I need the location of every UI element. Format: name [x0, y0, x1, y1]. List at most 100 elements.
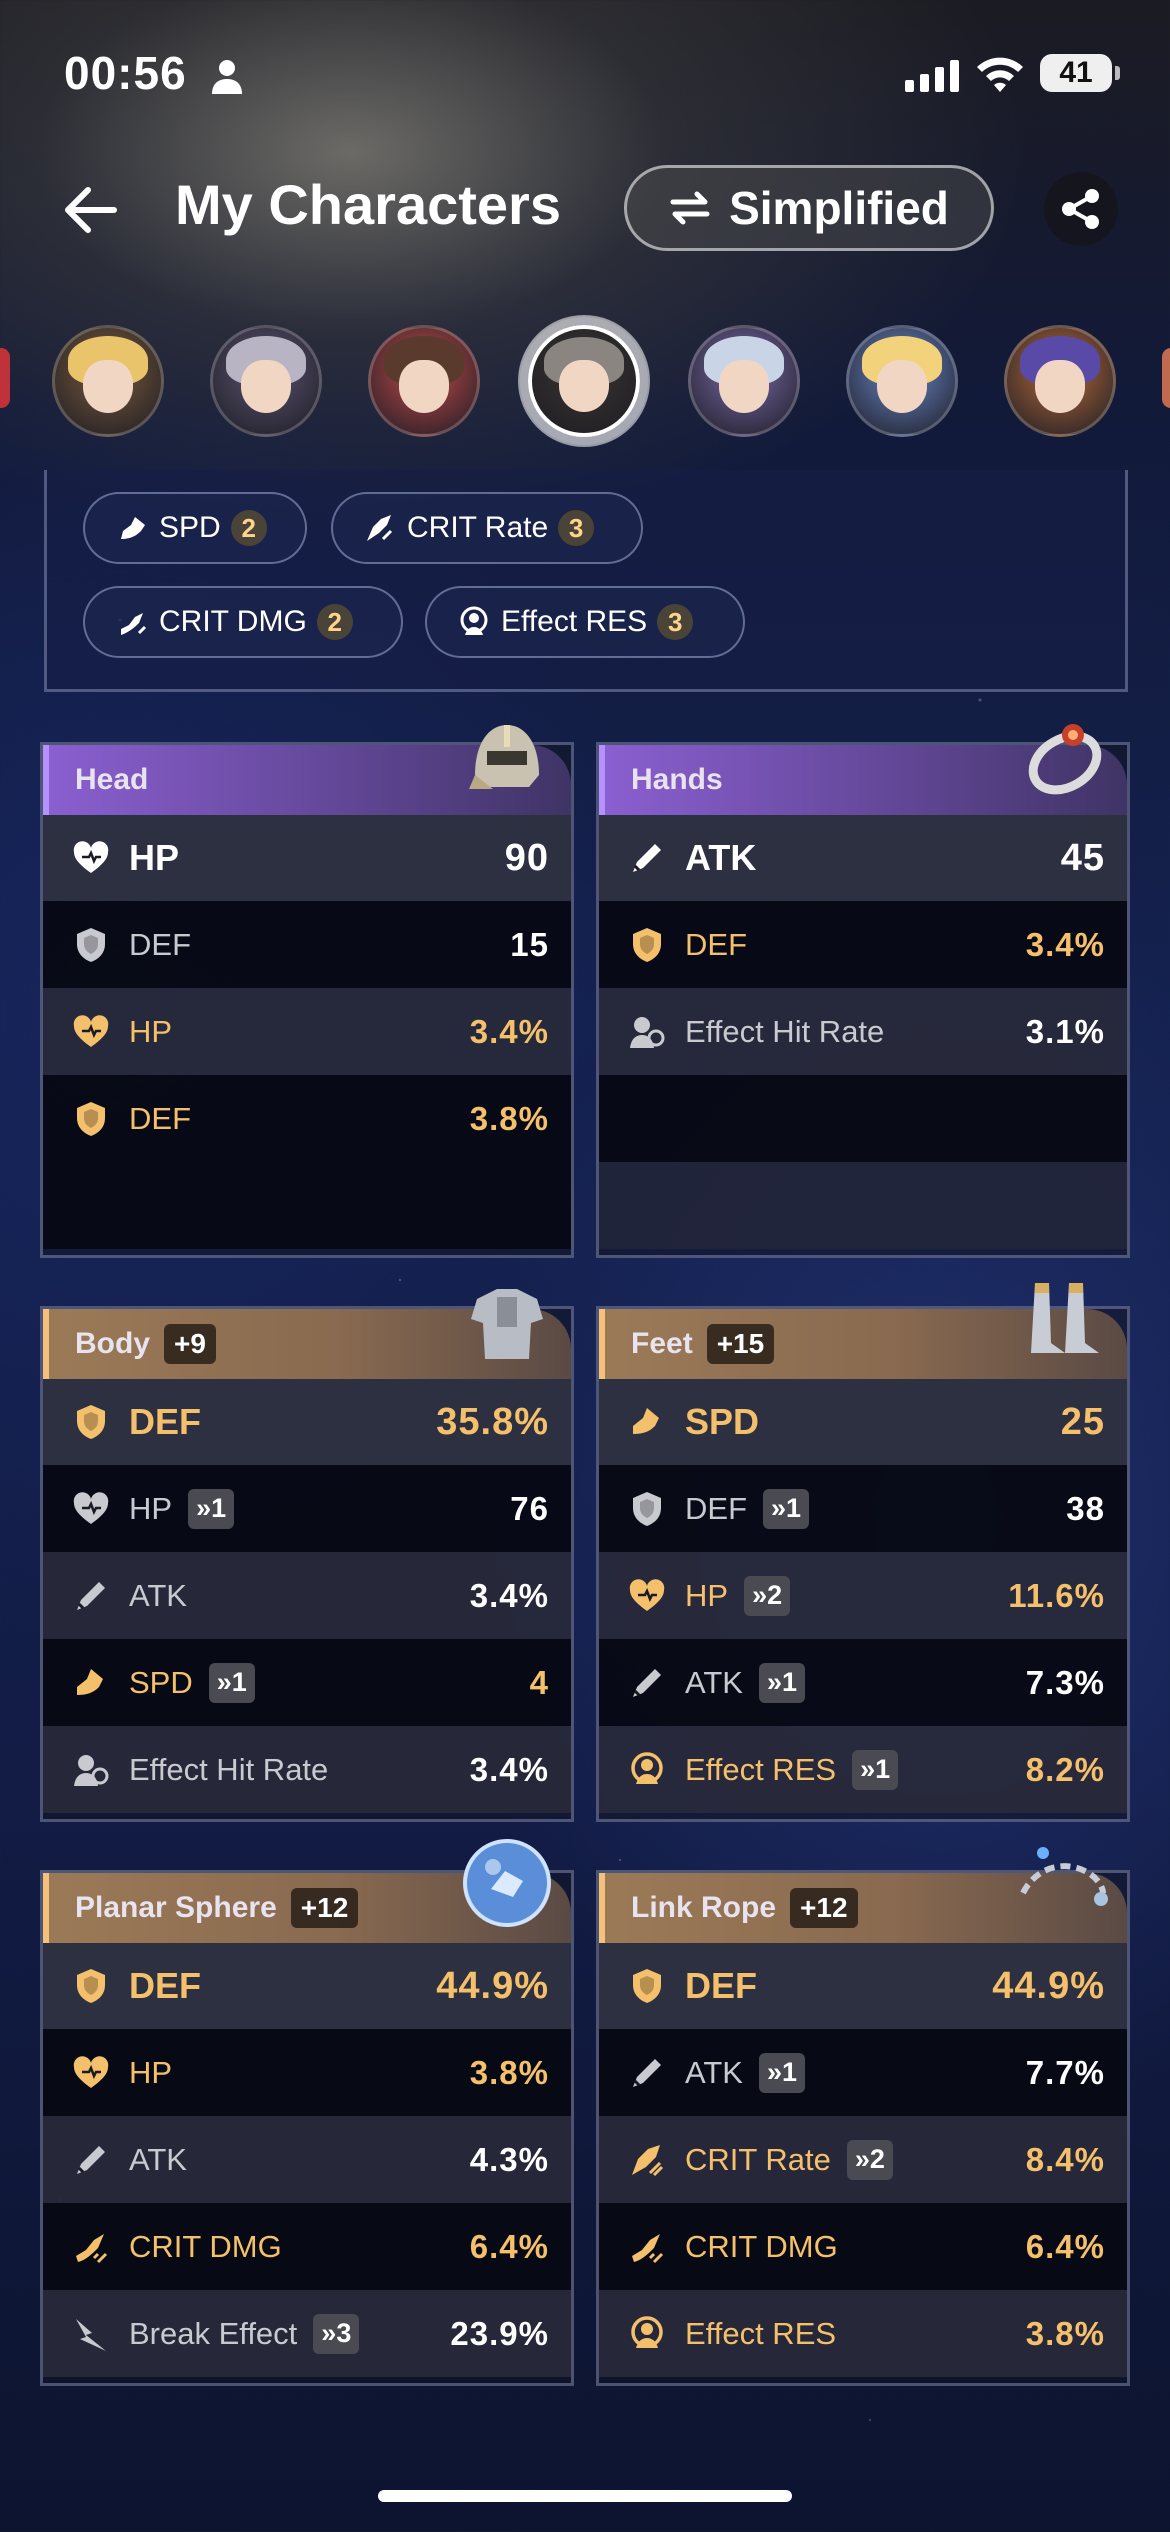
sub-stat-value: 3.8% [1025, 2314, 1105, 2352]
sub-stat-row: HP 3.8% [43, 2029, 571, 2116]
sub-stat-value: 38 [1066, 1489, 1105, 1527]
sub-stat-row: DEF »1 38 [599, 1465, 1127, 1552]
sub-stat-row: DEF 3.8% [43, 1075, 571, 1162]
avatar-face [876, 359, 928, 413]
relic-level-badge: +15 [706, 1324, 775, 1364]
avatar-character-5[interactable] [688, 325, 800, 437]
avatar-character-2[interactable] [210, 325, 322, 437]
sub-stat-name: Break Effect [129, 2315, 298, 2351]
atk-icon [627, 1663, 667, 1703]
sub-stat-name: ATK [685, 2054, 743, 2090]
relic-card-planar-sphere[interactable]: Planar Sphere +12 DEF 44.9% HP 3.8% ATK 4… [40, 1839, 574, 2386]
clock: 00:56 [64, 47, 187, 99]
roll-count-badge: »1 [759, 1662, 806, 1703]
main-stat-row: HP 90 [43, 815, 571, 901]
sub-stat-row: ATK 4.3% [43, 2116, 571, 2203]
sub-stat-name: Effect Hit Rate [685, 1013, 885, 1049]
battery-indicator: 41 [1040, 54, 1120, 92]
main-stat-name: HP [129, 837, 180, 878]
sub-stat-value: 15 [510, 925, 549, 963]
sub-stat-value: 3.1% [1025, 1012, 1105, 1050]
def-icon [627, 1966, 667, 2006]
set-tag-count: 3 [558, 510, 595, 546]
avatar-face [559, 360, 609, 413]
sub-stat-value: 7.3% [1025, 1663, 1105, 1701]
sub-stat-row: DEF 3.4% [599, 901, 1127, 988]
relic-card-head[interactable]: Head HP 90 DEF 15 HP 3.4% DEF 3.8% [40, 725, 574, 1258]
main-stat-name: DEF [129, 1965, 201, 2006]
set-tag-count: 2 [230, 510, 267, 546]
set-tag-crit-rate[interactable]: CRIT Rate 3 [331, 492, 643, 564]
sub-stat-value: 4 [529, 1663, 549, 1701]
sub-stat-value: 3.8% [469, 2053, 549, 2091]
relic-slot-title: Hands [631, 763, 723, 796]
sub-stat-row: ATK »1 7.3% [599, 1639, 1127, 1726]
person-icon [212, 60, 242, 94]
crit-rate-icon [627, 2140, 667, 2180]
relic-card-feet[interactable]: Feet +15 SPD 25 DEF »1 38 HP »2 11.6% ATK… [596, 1283, 1130, 1822]
sub-stat-value: 4.3% [469, 2140, 549, 2178]
relic-slot-title: Planar Sphere [75, 1891, 277, 1924]
sub-stat-name: HP [129, 1013, 173, 1049]
crit-dmg-icon [71, 2227, 111, 2267]
atk-icon [71, 1576, 111, 1616]
sub-stat-name: CRIT DMG [685, 2228, 838, 2264]
sub-stat-row: Effect RES »1 8.2% [599, 1726, 1127, 1813]
def-icon [627, 925, 667, 965]
relic-chain-image [1013, 1833, 1113, 1933]
relic-card-hands[interactable]: Hands ATK 45 DEF 3.4% Effect Hit Rate 3.… [596, 724, 1130, 1258]
sub-stat-value: 6.4% [1025, 2227, 1105, 2265]
relic-header: Head [43, 725, 571, 815]
sub-stat-row: Effect Hit Rate 3.1% [599, 988, 1127, 1075]
avatar-character-1[interactable] [52, 325, 164, 437]
crit-dmg-icon [627, 2227, 667, 2267]
relic-level-badge: +12 [790, 1888, 858, 1928]
main-stat-row: DEF 44.9% [43, 1943, 571, 2029]
relic-slot-title: Head [75, 763, 149, 796]
character-selector [0, 320, 1170, 440]
relic-orb-image [457, 1833, 557, 1933]
main-stat-value: 45 [1060, 836, 1105, 879]
share-button[interactable] [1044, 172, 1118, 246]
effect-res-icon [627, 2314, 667, 2354]
simplified-toggle-button[interactable]: Simplified [624, 165, 994, 251]
set-tag-crit-dmg[interactable]: CRIT DMG 2 [83, 586, 403, 658]
sub-stat-name: ATK [685, 1664, 743, 1700]
main-stat-value: 44.9% [992, 1964, 1105, 2007]
sub-stat-name: SPD [129, 1664, 193, 1700]
set-tag-count: 2 [316, 604, 353, 640]
crit-dmg-icon [121, 613, 147, 635]
back-arrow-icon[interactable] [58, 178, 122, 242]
sub-stat-name: DEF [129, 1100, 191, 1136]
avatar-character-4[interactable] [528, 325, 640, 437]
avatar-character-7[interactable] [1004, 325, 1116, 437]
sub-stat-row: ATK »1 7.7% [599, 2029, 1127, 2116]
sub-stat-row: HP »2 11.6% [599, 1552, 1127, 1639]
wifi-icon [977, 57, 1023, 92]
avatar-character-6[interactable] [846, 325, 958, 437]
avatar-face [1034, 359, 1086, 413]
set-tag-label: CRIT Rate [407, 511, 549, 544]
set-tag-effect-res[interactable]: Effect RES 3 [425, 586, 745, 658]
avatar-face [82, 359, 134, 413]
avatar-character-3[interactable] [368, 325, 480, 437]
def-icon [71, 1099, 111, 1139]
simplified-label: Simplified [729, 182, 949, 234]
roll-count-badge: »2 [744, 1575, 791, 1616]
main-stat-name: DEF [685, 1965, 757, 2006]
def-icon [71, 1402, 111, 1442]
roll-count-badge: »1 [763, 1488, 810, 1529]
sub-stat-row: CRIT Rate »2 8.4% [599, 2116, 1127, 2203]
sub-stat-row: CRIT DMG 6.4% [43, 2203, 571, 2290]
sub-stat-name: DEF [129, 926, 191, 962]
set-tag-spd[interactable]: SPD 2 [83, 492, 307, 564]
relic-card-link-rope[interactable]: Link Rope +12 DEF 44.9% ATK »1 7.7% CRIT … [596, 1847, 1130, 2386]
home-indicator[interactable] [378, 2490, 792, 2502]
sub-stat-name: HP [685, 1577, 729, 1613]
sub-stat-name: DEF [685, 926, 747, 962]
sub-stat-name: CRIT Rate [685, 2141, 831, 2177]
relic-header: Link Rope +12 [599, 1847, 1127, 1943]
relic-card-body[interactable]: Body +9 DEF 35.8% HP »1 76 ATK 3.4% SPD »… [40, 1289, 574, 1822]
spd-icon [121, 517, 145, 539]
hp-icon [71, 838, 111, 878]
